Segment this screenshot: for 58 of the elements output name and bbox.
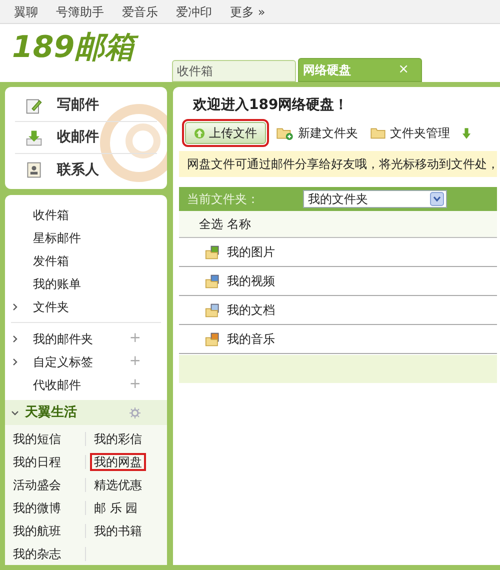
sidebar-item[interactable]: 文件夹 [33, 298, 69, 316]
select-all-link[interactable]: 全选 [199, 215, 223, 233]
section-header[interactable]: 天翼生活 [5, 400, 167, 425]
notice-text: 网盘文件可通过邮件分享给好友哦，将光标移动到文件处， [179, 151, 497, 177]
sidebar-link[interactable]: 精选优惠 [92, 478, 144, 492]
quick-action-link[interactable]: 写邮件 [57, 95, 99, 116]
sidebar-item[interactable]: 我的账单 [33, 274, 81, 292]
toolbar-button[interactable]: 新建文件夹 [274, 122, 360, 144]
down-arrow-icon [462, 126, 471, 140]
video-folder-icon [205, 274, 221, 288]
file-name[interactable]: 我的文档 [227, 301, 275, 319]
upload-button[interactable]: 上传文件 [185, 122, 266, 144]
sidebar-item[interactable]: 我的邮件夹 [33, 330, 93, 348]
sidebar-item[interactable]: 代收邮件 [33, 376, 81, 394]
sidebar-item[interactable]: 星标邮件 [33, 228, 81, 246]
sidebar-item[interactable]: 收件箱 [33, 206, 69, 224]
folder-icon [370, 127, 386, 139]
sidebar-item[interactable]: 发件箱 [33, 252, 69, 270]
file-name[interactable]: 我的图片 [227, 243, 275, 261]
folder-bar-label: 当前文件夹： [187, 191, 260, 208]
top-nav-link[interactable]: 爱音乐 [122, 2, 158, 20]
compose-icon [25, 96, 43, 114]
page-title: 欢迎进入189网络硬盘！ [192, 96, 350, 115]
top-nav-link[interactable]: 翼聊 [14, 2, 38, 20]
sidebar-item[interactable]: 自定义标签 [33, 352, 93, 370]
contact-card-icon [25, 161, 43, 179]
sidebar-link[interactable]: 邮 乐 园 [92, 500, 140, 514]
top-nav-link[interactable]: 号簿助手 [56, 2, 104, 20]
top-nav-link[interactable]: 爱冲印 [176, 2, 212, 20]
sidebar-link[interactable]: 我的日程 [11, 454, 63, 468]
sidebar-link[interactable]: 我的微博 [11, 500, 63, 514]
top-nav-link[interactable]: 更多 » [230, 2, 266, 20]
quick-action-link[interactable]: 联系人 [57, 160, 99, 180]
picture-folder-icon [205, 244, 221, 260]
chevron-down-icon [11, 408, 19, 416]
sidebar-link[interactable]: 我的网盘 [92, 454, 144, 468]
section-title: 天翼生活 [25, 404, 78, 422]
sidebar-link[interactable]: 活动盛会 [11, 478, 63, 492]
quick-action-link[interactable]: 收邮件 [57, 127, 99, 148]
folder-plus-icon [276, 126, 294, 140]
tab-label: 网络硬盘 [303, 62, 351, 79]
download-tray-icon [25, 128, 43, 146]
music-folder-icon [205, 332, 221, 346]
tab-label: 收件箱 [177, 63, 213, 80]
sidebar-link[interactable]: 我的彩信 [92, 432, 144, 446]
document-folder-icon [205, 302, 221, 318]
sidebar-link[interactable]: 我的短信 [11, 432, 63, 446]
up-arrow-icon [194, 128, 205, 138]
settings-icon [129, 406, 141, 418]
sidebar-link[interactable]: 我的杂志 [11, 546, 63, 560]
sidebar-link[interactable]: 我的航班 [11, 524, 63, 538]
sidebar-link[interactable]: 我的书籍 [92, 524, 144, 538]
folder-dropdown[interactable]: 我的文件夹 [303, 190, 447, 208]
file-name[interactable]: 我的视频 [227, 272, 275, 290]
tab[interactable]: 收件箱 [172, 60, 296, 82]
toolbar-button[interactable]: 文件夹管理 [368, 122, 452, 144]
column-header: 名称 [227, 216, 251, 233]
file-name[interactable]: 我的音乐 [227, 330, 275, 348]
